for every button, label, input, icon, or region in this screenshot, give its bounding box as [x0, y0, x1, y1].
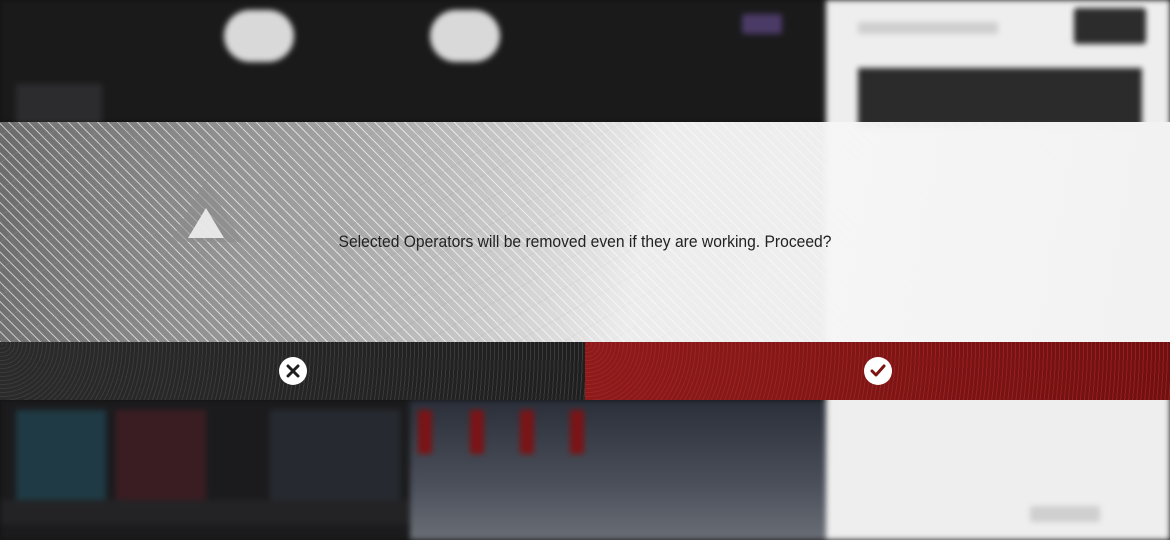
background-tile	[16, 410, 106, 500]
dialog-message: Selected Operators will be removed even …	[338, 232, 832, 251]
background-figure	[470, 410, 484, 454]
background-side-card	[858, 68, 1142, 128]
background-figure	[418, 410, 432, 454]
background-strip	[0, 500, 410, 524]
background-pill	[224, 10, 294, 62]
background-side-label	[1030, 506, 1100, 522]
background-side-button	[1074, 8, 1146, 44]
confirm-button[interactable]	[585, 342, 1170, 400]
background-side-title	[858, 22, 998, 34]
background-pill	[430, 10, 500, 62]
background-tile	[270, 410, 400, 500]
background-top-bar	[0, 0, 826, 122]
checkmark-icon	[863, 357, 892, 385]
cancel-button[interactable]	[0, 342, 585, 400]
background-tile	[116, 410, 206, 500]
close-icon	[278, 357, 307, 385]
background-icon	[16, 84, 102, 124]
background-badge	[742, 14, 782, 34]
background-figure	[570, 410, 584, 454]
background-figure	[520, 410, 534, 454]
confirmation-dialog: Selected Operators will be removed even …	[0, 122, 1170, 342]
